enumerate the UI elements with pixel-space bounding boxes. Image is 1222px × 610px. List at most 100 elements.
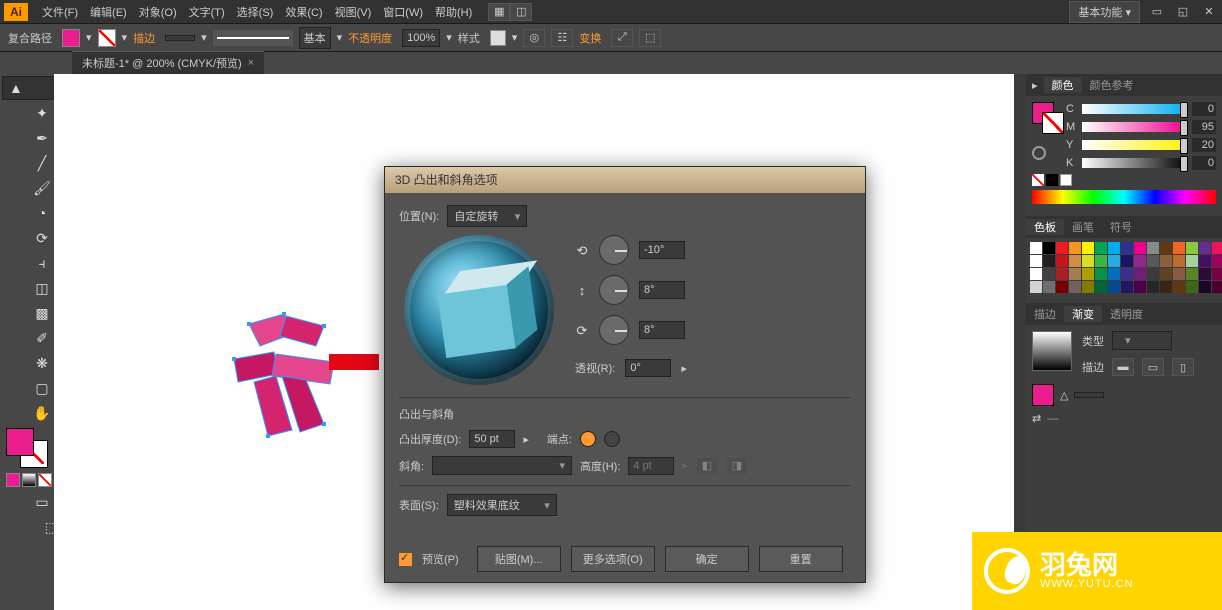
- recolor-icon[interactable]: ◎: [523, 29, 545, 47]
- layout-icon[interactable]: ▦: [488, 3, 510, 21]
- stroke-weight[interactable]: [165, 35, 195, 41]
- c-slider[interactable]: [1082, 104, 1188, 114]
- cap-off-icon[interactable]: [604, 431, 620, 447]
- swatch-item[interactable]: [1173, 268, 1185, 280]
- stroke-swatch[interactable]: [98, 29, 116, 47]
- minimize-button[interactable]: ▭: [1148, 5, 1166, 19]
- menu-file[interactable]: 文件(F): [36, 4, 84, 20]
- y-dial[interactable]: [599, 275, 629, 305]
- transparency-tab[interactable]: 透明度: [1102, 306, 1151, 322]
- stroke-along-icon[interactable]: ▭: [1142, 358, 1164, 376]
- swatch-item[interactable]: [1134, 255, 1146, 267]
- white-swatch[interactable]: [1060, 174, 1072, 186]
- position-select[interactable]: 自定旋转: [447, 205, 527, 227]
- ok-button[interactable]: 确定: [665, 546, 749, 572]
- swatch-item[interactable]: [1095, 242, 1107, 254]
- swatch-item[interactable]: [1030, 281, 1042, 293]
- menu-help[interactable]: 帮助(H): [429, 4, 478, 20]
- brushes-tab[interactable]: 画笔: [1064, 219, 1102, 235]
- swatch-item[interactable]: [1030, 255, 1042, 267]
- none-mode-icon[interactable]: [38, 473, 52, 487]
- swatch-item[interactable]: [1108, 255, 1120, 267]
- swatch-item[interactable]: [1082, 242, 1094, 254]
- swatch-item[interactable]: [1069, 242, 1081, 254]
- grad-fill-swatch[interactable]: [1032, 384, 1054, 406]
- k-value[interactable]: 0: [1192, 156, 1216, 170]
- fill-menu[interactable]: ▾: [86, 31, 92, 44]
- black-swatch[interactable]: [1046, 174, 1058, 186]
- edit-icon[interactable]: ⬚: [639, 29, 661, 47]
- grad-angle[interactable]: [1074, 392, 1104, 398]
- opacity-value[interactable]: 100%: [402, 29, 440, 47]
- style-menu[interactable]: ▾: [512, 31, 518, 44]
- swatch-item[interactable]: [1056, 268, 1068, 280]
- cap-on-icon[interactable]: [580, 431, 596, 447]
- swatch-item[interactable]: [1199, 255, 1211, 267]
- depth-value[interactable]: 50 pt: [469, 430, 515, 448]
- menu-object[interactable]: 对象(O): [133, 4, 183, 20]
- x-angle[interactable]: -10°: [639, 241, 685, 259]
- transform-label[interactable]: 变换: [579, 30, 601, 46]
- z-angle[interactable]: 8°: [639, 321, 685, 339]
- swatch-item[interactable]: [1147, 242, 1159, 254]
- stroke-menu[interactable]: ▾: [122, 31, 128, 44]
- swatch-item[interactable]: [1043, 255, 1055, 267]
- swatch-item[interactable]: [1212, 255, 1222, 267]
- swatch-item[interactable]: [1082, 281, 1094, 293]
- swatch-item[interactable]: [1108, 242, 1120, 254]
- swatch-item[interactable]: [1095, 255, 1107, 267]
- y-value[interactable]: 20: [1192, 138, 1216, 152]
- perspective-stepper[interactable]: ▸: [681, 362, 687, 375]
- align-icon[interactable]: ☷: [551, 29, 573, 47]
- swatch-item[interactable]: [1147, 281, 1159, 293]
- swatch-item[interactable]: [1082, 255, 1094, 267]
- swatch-item[interactable]: [1199, 242, 1211, 254]
- menu-effect[interactable]: 效果(C): [279, 4, 328, 20]
- swatch-item[interactable]: [1134, 268, 1146, 280]
- none-swatch[interactable]: [1032, 174, 1044, 186]
- opacity-label[interactable]: 不透明度: [348, 30, 392, 46]
- swatch-item[interactable]: [1095, 281, 1107, 293]
- swatch-item[interactable]: [1147, 255, 1159, 267]
- color-tab[interactable]: 颜色: [1044, 77, 1082, 93]
- swatch-item[interactable]: [1056, 281, 1068, 293]
- stroke-label[interactable]: 描边: [133, 30, 155, 46]
- swatch-item[interactable]: [1186, 268, 1198, 280]
- m-value[interactable]: 95: [1192, 120, 1216, 134]
- swatch-item[interactable]: [1121, 242, 1133, 254]
- panel-collapse-icon[interactable]: ▸: [1026, 79, 1044, 92]
- fill-swatch[interactable]: [62, 29, 80, 47]
- swatch-item[interactable]: [1199, 268, 1211, 280]
- menu-window[interactable]: 窗口(W): [377, 4, 429, 20]
- selected-shape[interactable]: [214, 304, 354, 444]
- menu-view[interactable]: 视图(V): [329, 4, 378, 20]
- close-button[interactable]: ✕: [1200, 5, 1218, 19]
- gradient-preview[interactable]: [1032, 331, 1072, 371]
- swatch-item[interactable]: [1160, 255, 1172, 267]
- color-mode-icon[interactable]: [6, 473, 20, 487]
- swatch-item[interactable]: [1121, 255, 1133, 267]
- bevel-select[interactable]: [432, 456, 572, 475]
- swatch-item[interactable]: [1173, 242, 1185, 254]
- preview-checkbox[interactable]: [399, 553, 412, 566]
- color-stroke-swatch[interactable]: [1042, 112, 1064, 134]
- swatch-item[interactable]: [1147, 268, 1159, 280]
- swatch-item[interactable]: [1030, 268, 1042, 280]
- color-spectrum[interactable]: [1032, 190, 1216, 204]
- y-angle[interactable]: 8°: [639, 281, 685, 299]
- swatch-item[interactable]: [1095, 268, 1107, 280]
- swatch-item[interactable]: [1134, 281, 1146, 293]
- reset-button[interactable]: 重置: [759, 546, 843, 572]
- arrange-icon[interactable]: ◫: [510, 3, 532, 21]
- color-guide-tab[interactable]: 颜色参考: [1082, 77, 1142, 93]
- symbols-tab[interactable]: 符号: [1102, 219, 1140, 235]
- brush-basic[interactable]: 基本: [299, 27, 331, 49]
- workspace-switcher[interactable]: 基本功能 ▾: [1069, 1, 1140, 23]
- preview-label[interactable]: 预览(P): [422, 551, 459, 567]
- swatch-item[interactable]: [1199, 281, 1211, 293]
- menu-select[interactable]: 选择(S): [231, 4, 280, 20]
- swatch-item[interactable]: [1134, 242, 1146, 254]
- height-stepper[interactable]: ▸: [682, 459, 688, 472]
- close-tab-icon[interactable]: ×: [248, 57, 254, 69]
- swatch-item[interactable]: [1160, 268, 1172, 280]
